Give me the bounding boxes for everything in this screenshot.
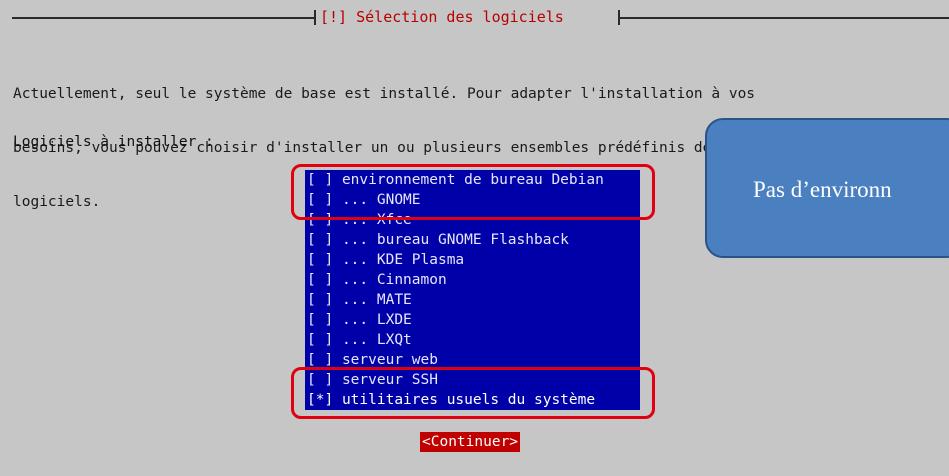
continue-button[interactable]: <Continuer> bbox=[420, 432, 521, 452]
list-item-gnome-flashback[interactable]: [ ] ... bureau GNOME Flashback bbox=[307, 230, 569, 250]
checkbox[interactable]: [ ] bbox=[307, 252, 333, 268]
list-item-cinnamon[interactable]: [ ] ... Cinnamon bbox=[307, 270, 447, 290]
intro-line: Actuellement, seul le système de base es… bbox=[13, 86, 756, 102]
list-item-label: ... Cinnamon bbox=[341, 272, 447, 288]
list-item-lxde[interactable]: [ ] ... LXDE bbox=[307, 310, 412, 330]
checkbox[interactable]: [ ] bbox=[307, 352, 333, 368]
checkbox[interactable]: [ ] bbox=[307, 312, 333, 328]
checkbox[interactable]: [ ] bbox=[307, 272, 333, 288]
list-item-label: serveur web bbox=[341, 352, 438, 368]
list-item-label: ... KDE Plasma bbox=[341, 252, 465, 268]
list-item-label: ... MATE bbox=[341, 292, 412, 308]
list-item-label: ... LXQt bbox=[341, 332, 412, 348]
highlight-server-options bbox=[291, 367, 655, 419]
list-item-mate[interactable]: [ ] ... MATE bbox=[307, 290, 412, 310]
title-cap-left bbox=[314, 10, 316, 25]
list-item-kde-plasma[interactable]: [ ] ... KDE Plasma bbox=[307, 250, 464, 270]
checkbox[interactable]: [ ] bbox=[307, 292, 333, 308]
title-rule-left bbox=[12, 17, 314, 19]
list-item-label: ... LXDE bbox=[341, 312, 412, 328]
list-item-label: ... bureau GNOME Flashback bbox=[341, 232, 569, 248]
list-item-lxqt[interactable]: [ ] ... LXQt bbox=[307, 330, 412, 350]
checkbox[interactable]: [ ] bbox=[307, 332, 333, 348]
callout-text: Pas d’environn bbox=[753, 177, 892, 202]
software-prompt: Logiciels à installer : bbox=[13, 134, 214, 150]
installer-dialog: [!] Sélection des logiciels Actuellement… bbox=[0, 0, 949, 476]
highlight-desktop-options bbox=[291, 164, 655, 220]
dialog-title: [!] Sélection des logiciels bbox=[320, 8, 564, 26]
checkbox[interactable]: [ ] bbox=[307, 232, 333, 248]
title-rule-right bbox=[620, 17, 949, 19]
